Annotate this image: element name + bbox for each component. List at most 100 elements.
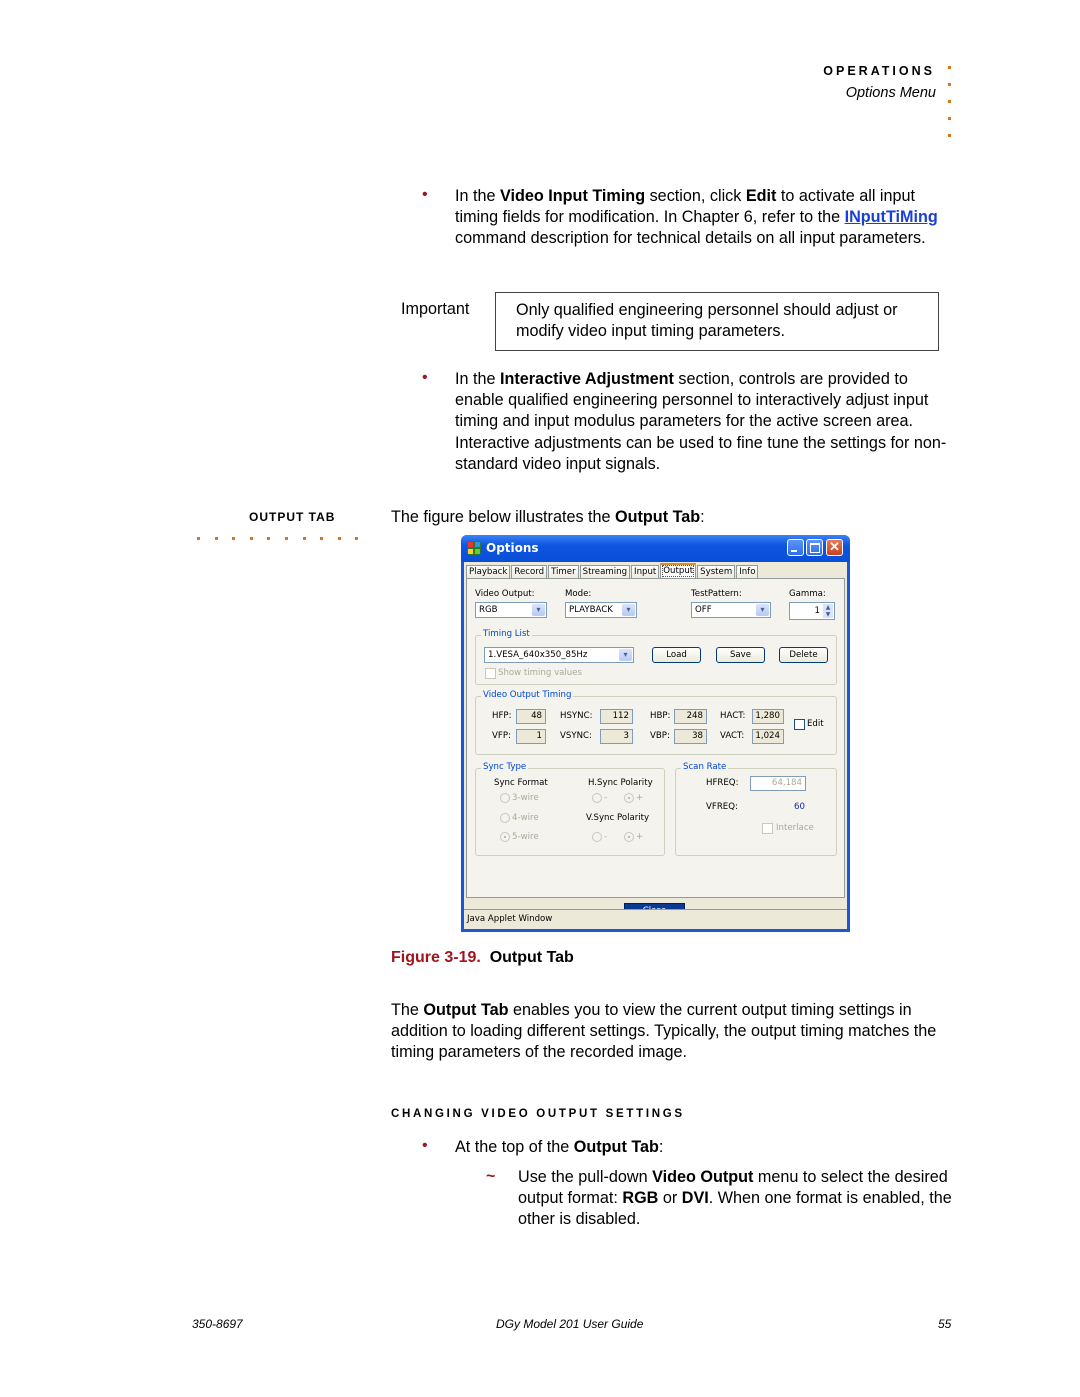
chevron-down-icon: ▾ <box>622 604 635 616</box>
gamma-label: Gamma: <box>789 589 826 599</box>
video-output-select[interactable]: RGB ▾ <box>475 602 547 618</box>
bullet-video-input-timing: In the Video Input Timing section, click… <box>455 187 938 248</box>
save-button[interactable]: Save <box>716 647 765 663</box>
radio-4-wire[interactable] <box>500 813 510 823</box>
spin-down-icon[interactable]: ▼ <box>823 611 833 618</box>
h-sync-polarity-label: H.Sync Polarity <box>588 778 653 788</box>
hbp-field[interactable]: 248 <box>674 709 707 724</box>
sync-type-group: Sync Type Sync Format 3-wire 4-wire 5-wi… <box>475 762 665 856</box>
vfreq-value: 60 <box>794 802 805 812</box>
close-window-button[interactable]: ✕ <box>826 539 843 556</box>
hact-field[interactable]: 1,280 <box>752 709 784 724</box>
output-tab-description: The Output Tab enables you to view the c… <box>391 1001 937 1062</box>
v-sync-polarity-label: V.Sync Polarity <box>586 813 650 823</box>
mode-label: Mode: <box>565 589 592 599</box>
radio-5-wire[interactable] <box>500 832 510 842</box>
tab-output[interactable]: Output <box>660 563 697 579</box>
bullet-icon: • <box>422 186 428 203</box>
vbp-field[interactable]: 38 <box>674 729 707 744</box>
inputtiming-link[interactable]: INputTiMing <box>845 208 938 226</box>
spin-up-icon[interactable]: ▲ <box>823 604 833 611</box>
output-tab-panel: Video Output: RGB ▾ Mode: PLAYBACK ▾ TestP… <box>466 578 845 898</box>
status-bar: Java Applet Window <box>464 909 847 929</box>
test-pattern-select[interactable]: OFF ▾ <box>691 602 771 618</box>
tab-streaming[interactable]: Streaming <box>579 565 631 579</box>
dialog-title: Options <box>486 541 539 555</box>
bullet-interactive-adjustment: In the Interactive Adjustment section, c… <box>455 370 947 473</box>
dialog-titlebar[interactable]: Options ✕ <box>461 535 850 562</box>
subheading-changing-video-output: CHANGING VIDEO OUTPUT SETTINGS <box>391 1108 685 1120</box>
decorative-horizontal-dots <box>197 527 373 540</box>
tab-strip: Playback Record Timer Streaming Input Output S… <box>466 563 759 579</box>
tab-record[interactable]: Record <box>511 565 548 579</box>
vsync-label: VSYNC: <box>560 731 592 741</box>
v-polarity-minus-radio[interactable] <box>592 832 602 842</box>
scan-rate-group: Scan Rate HFREQ: 64,184 VFREQ: 60 Interl… <box>675 762 837 856</box>
tab-playback[interactable]: Playback <box>466 565 511 579</box>
tab-timer[interactable]: Timer <box>548 565 579 579</box>
dialog-client-area: Playback Record Timer Streaming Input Output S… <box>464 562 847 929</box>
load-button[interactable]: Load <box>652 647 701 663</box>
sync-type-legend: Sync Type <box>481 762 529 772</box>
delete-button[interactable]: Delete <box>779 647 828 663</box>
test-pattern-label: TestPattern: <box>691 589 742 599</box>
h-polarity-minus-label: - <box>604 793 608 803</box>
hfreq-field[interactable]: 64,184 <box>750 776 806 791</box>
interlace-checkbox[interactable] <box>762 823 773 834</box>
edit-label: Edit <box>807 719 824 729</box>
running-header-section: OPERATIONS <box>823 64 935 78</box>
running-header-subsection: Options Menu <box>845 85 936 101</box>
vact-field[interactable]: 1,024 <box>752 729 784 744</box>
vact-label: VACT: <box>720 731 745 741</box>
chevron-down-icon: ▾ <box>756 604 769 616</box>
timing-list-legend: Timing List <box>481 629 532 639</box>
h-polarity-plus-label: + <box>636 793 644 803</box>
app-grid-icon <box>467 541 481 555</box>
show-timing-values-checkbox[interactable] <box>485 668 496 679</box>
vsync-field[interactable]: 3 <box>600 729 633 744</box>
bullet-icon: • <box>422 1137 428 1154</box>
hbp-label: HBP: <box>650 711 671 721</box>
show-timing-values-label: Show timing values <box>498 668 583 678</box>
sync-format-label: Sync Format <box>494 778 548 788</box>
h-polarity-minus-radio[interactable] <box>592 793 602 803</box>
hfp-field[interactable]: 48 <box>516 709 546 724</box>
bullet-top-of-output-tab: At the top of the Output Tab: <box>455 1138 664 1156</box>
footer-guide-title: DGy Model 201 User Guide <box>496 1317 644 1331</box>
important-label: Important <box>401 300 470 318</box>
vfp-label: VFP: <box>492 731 511 741</box>
chevron-down-icon: ▾ <box>619 649 632 661</box>
timing-list-group: Timing List 1.VESA_640x350_85Hz ▾ Load Sa… <box>475 629 837 685</box>
timing-list-select[interactable]: 1.VESA_640x350_85Hz ▾ <box>484 647 634 663</box>
tab-info[interactable]: Info <box>736 565 759 579</box>
edit-checkbox[interactable] <box>794 719 805 730</box>
mode-select[interactable]: PLAYBACK ▾ <box>565 602 637 618</box>
h-polarity-plus-radio[interactable] <box>624 793 634 803</box>
hsync-label: HSYNC: <box>560 711 593 721</box>
options-dialog: Options ✕ Playback Record Timer Streaming In… <box>461 535 850 932</box>
sub-bullet-video-output-menu: Use the pull-down Video Output menu to s… <box>518 1168 952 1229</box>
tab-input[interactable]: Input <box>631 565 660 579</box>
minimize-button[interactable] <box>787 539 804 556</box>
v-polarity-plus-radio[interactable] <box>624 832 634 842</box>
video-output-timing-legend: Video Output Timing <box>481 690 574 700</box>
footer-doc-number: 350-8697 <box>192 1317 243 1331</box>
decorative-vertical-dots <box>948 66 954 151</box>
hfreq-label: HFREQ: <box>706 778 739 788</box>
video-output-label: Video Output: <box>475 589 535 599</box>
footer-page-number: 55 <box>938 1317 952 1331</box>
vfp-field[interactable]: 1 <box>516 729 546 744</box>
radio-3-wire-label: 3-wire <box>512 793 539 803</box>
bullet-icon: • <box>422 369 428 386</box>
tab-system[interactable]: System <box>697 565 736 579</box>
important-note-box: Only qualified engineering personnel sho… <box>495 292 939 351</box>
radio-3-wire[interactable] <box>500 793 510 803</box>
hsync-field[interactable]: 112 <box>600 709 633 724</box>
gamma-spinner[interactable]: 1 ▲ ▼ <box>789 602 835 620</box>
hfp-label: HFP: <box>492 711 512 721</box>
close-x-icon: ✕ <box>829 539 840 554</box>
maximize-button[interactable] <box>806 539 823 556</box>
hact-label: HACT: <box>720 711 746 721</box>
radio-5-wire-label: 5-wire <box>512 832 539 842</box>
side-heading-output-tab: OUTPUT TAB <box>249 510 336 524</box>
